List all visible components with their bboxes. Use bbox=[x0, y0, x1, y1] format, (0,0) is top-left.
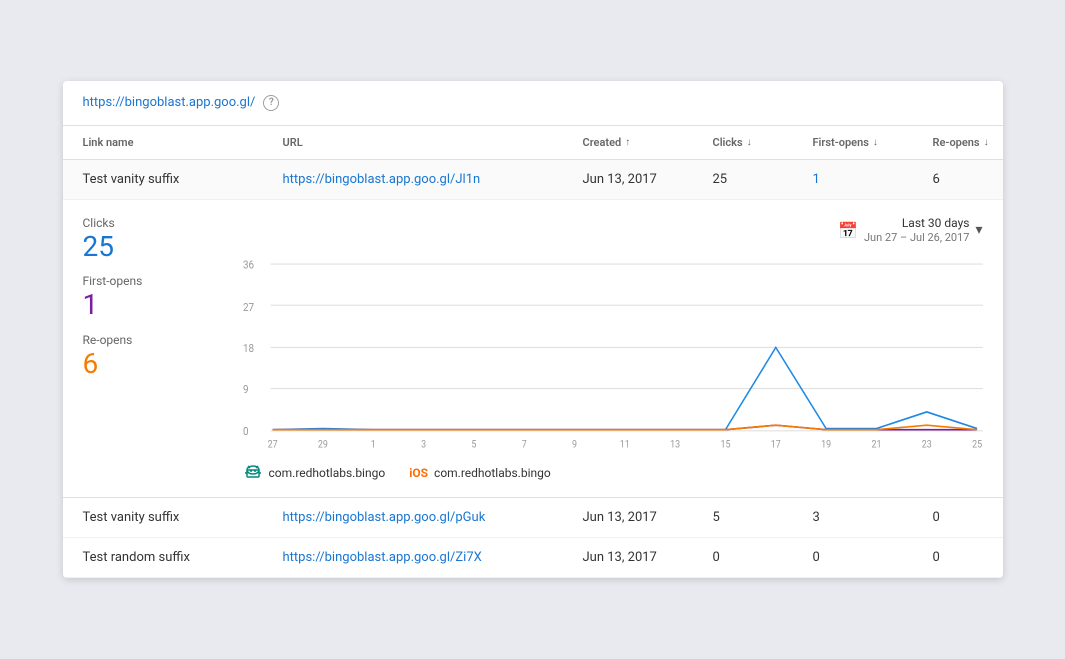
table-row[interactable]: Test vanity suffix https://bingoblast.ap… bbox=[63, 160, 1003, 200]
first-opens-stat: First-opens 1 bbox=[83, 274, 213, 321]
row3-clicks: 0 bbox=[713, 550, 813, 565]
col-link-name: Link name bbox=[83, 136, 283, 149]
svg-text:19: 19 bbox=[821, 439, 831, 451]
legend-android: com.redhotlabs.bingo bbox=[243, 465, 386, 481]
row1-clicks: 25 bbox=[713, 172, 813, 187]
help-icon[interactable]: ? bbox=[263, 95, 279, 111]
row1-re-opens: 6 bbox=[933, 172, 1003, 187]
first-opens-value: 1 bbox=[83, 290, 213, 321]
table-header: Link name URL Created ↑ Clicks ↓ First-o… bbox=[63, 126, 1003, 160]
ios-icon: iOS bbox=[409, 466, 428, 480]
chart-legend: com.redhotlabs.bingo iOS com.redhotlabs.… bbox=[243, 465, 983, 481]
first-opens-label: First-opens bbox=[83, 274, 213, 288]
svg-text:11: 11 bbox=[619, 439, 629, 451]
date-range-dropdown-arrow[interactable]: ▾ bbox=[975, 222, 982, 238]
expanded-row: Clicks 25 First-opens 1 Re-opens 6 📅 bbox=[63, 200, 1003, 499]
chart-area: 📅 Last 30 days Jun 27 – Jul 26, 2017 ▾ 3… bbox=[243, 216, 983, 482]
card-header: https://bingoblast.app.goo.gl/ ? bbox=[63, 81, 1003, 126]
svg-text:9: 9 bbox=[572, 439, 577, 451]
row1-first-opens: 1 bbox=[813, 172, 933, 187]
svg-text:1: 1 bbox=[370, 439, 375, 451]
re-opens-label: Re-opens bbox=[83, 333, 213, 347]
created-sort-arrow: ↑ bbox=[625, 137, 630, 148]
svg-text:3: 3 bbox=[421, 439, 426, 451]
svg-text:15: 15 bbox=[720, 439, 730, 451]
svg-text:27: 27 bbox=[267, 439, 277, 451]
row3-link-name: Test random suffix bbox=[83, 550, 283, 565]
svg-text:36: 36 bbox=[243, 258, 254, 272]
col-clicks[interactable]: Clicks ↓ bbox=[713, 136, 813, 149]
legend-ios: iOS com.redhotlabs.bingo bbox=[409, 466, 551, 480]
row2-first-opens: 3 bbox=[813, 510, 933, 525]
row2-re-opens: 0 bbox=[933, 510, 1003, 525]
svg-text:5: 5 bbox=[471, 439, 476, 451]
svg-text:18: 18 bbox=[243, 342, 254, 356]
android-icon bbox=[243, 465, 263, 481]
date-range-bar: 📅 Last 30 days Jun 27 – Jul 26, 2017 ▾ bbox=[243, 216, 983, 246]
row2-url[interactable]: https://bingoblast.app.goo.gl/pGuk bbox=[283, 510, 486, 525]
svg-text:13: 13 bbox=[670, 439, 680, 451]
row3-re-opens: 0 bbox=[933, 550, 1003, 565]
svg-text:21: 21 bbox=[871, 439, 881, 451]
svg-text:25: 25 bbox=[972, 439, 982, 451]
svg-text:0: 0 bbox=[243, 425, 249, 439]
ios-legend-label: com.redhotlabs.bingo bbox=[434, 466, 551, 480]
re-opens-value: 6 bbox=[83, 349, 213, 380]
table-row[interactable]: Test random suffix https://bingoblast.ap… bbox=[63, 538, 1003, 578]
row3-url[interactable]: https://bingoblast.app.goo.gl/Zi7X bbox=[283, 550, 482, 565]
date-range-text: Last 30 days Jun 27 – Jul 26, 2017 bbox=[864, 216, 970, 246]
clicks-label: Clicks bbox=[83, 216, 213, 230]
date-range-title: Last 30 days bbox=[902, 216, 970, 232]
header-url[interactable]: https://bingoblast.app.goo.gl/ bbox=[83, 95, 256, 110]
row3-first-opens: 0 bbox=[813, 550, 933, 565]
row2-link-name: Test vanity suffix bbox=[83, 510, 283, 525]
row2-created: Jun 13, 2017 bbox=[583, 510, 713, 525]
table-row[interactable]: Test vanity suffix https://bingoblast.ap… bbox=[63, 498, 1003, 538]
svg-text:9: 9 bbox=[243, 383, 249, 397]
svg-text:27: 27 bbox=[243, 301, 254, 315]
first-opens-sort-arrow: ↓ bbox=[873, 137, 878, 148]
android-legend-label: com.redhotlabs.bingo bbox=[269, 466, 386, 480]
col-created[interactable]: Created ↑ bbox=[583, 136, 713, 149]
col-url: URL bbox=[283, 136, 583, 149]
line-chart: 36 27 18 9 0 27 29 1 bbox=[243, 253, 983, 453]
row1-url[interactable]: https://bingoblast.app.goo.gl/Jl1n bbox=[283, 172, 481, 187]
re-opens-sort-arrow: ↓ bbox=[984, 137, 989, 148]
clicks-stat: Clicks 25 bbox=[83, 216, 213, 263]
chart-svg-wrap: 36 27 18 9 0 27 29 1 bbox=[243, 253, 983, 457]
svg-text:29: 29 bbox=[317, 439, 327, 451]
re-opens-stat: Re-opens 6 bbox=[83, 333, 213, 380]
col-first-opens[interactable]: First-opens ↓ bbox=[813, 136, 933, 149]
row3-created: Jun 13, 2017 bbox=[583, 550, 713, 565]
row2-clicks: 5 bbox=[713, 510, 813, 525]
main-card: https://bingoblast.app.goo.gl/ ? Link na… bbox=[63, 81, 1003, 579]
date-range-sub: Jun 27 – Jul 26, 2017 bbox=[864, 231, 970, 245]
clicks-sort-arrow: ↓ bbox=[747, 137, 752, 148]
row1-created: Jun 13, 2017 bbox=[583, 172, 713, 187]
stats-panel: Clicks 25 First-opens 1 Re-opens 6 bbox=[83, 216, 213, 482]
svg-text:23: 23 bbox=[921, 439, 931, 451]
clicks-value: 25 bbox=[83, 232, 213, 263]
calendar-icon: 📅 bbox=[838, 221, 858, 240]
svg-text:7: 7 bbox=[521, 439, 526, 451]
col-re-opens[interactable]: Re-opens ↓ bbox=[933, 136, 1003, 149]
svg-text:17: 17 bbox=[770, 439, 780, 451]
row1-link-name: Test vanity suffix bbox=[83, 172, 283, 187]
